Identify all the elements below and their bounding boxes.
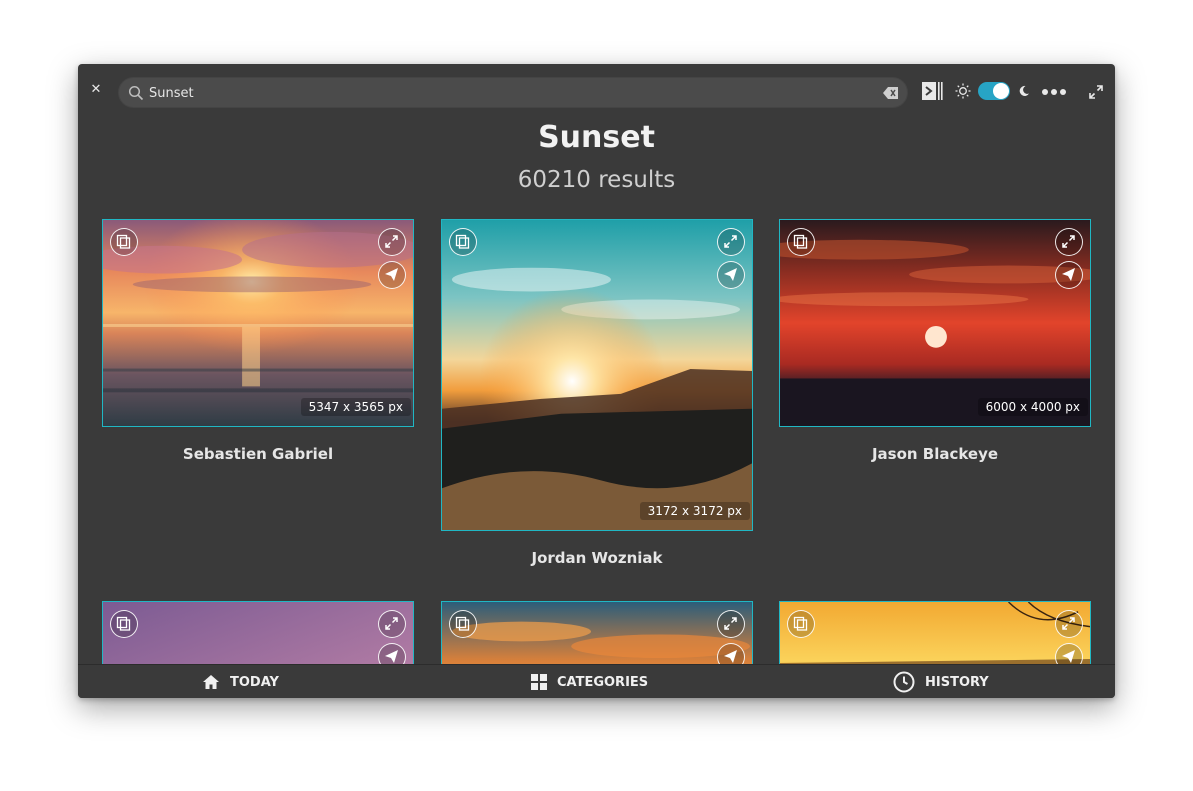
send-icon [385,650,398,663]
send-button[interactable] [378,261,406,289]
send-icon [724,268,737,281]
copy-button[interactable] [110,228,138,256]
expand-button[interactable] [717,610,745,638]
copy-icon [793,234,808,249]
sidebar-toggle-icon[interactable] [921,81,943,101]
photo-author[interactable]: Jordan Wozniak [441,549,753,567]
copy-button[interactable] [449,610,477,638]
nav-categories-label: CATEGORIES [557,674,649,690]
expand-icon [385,617,398,630]
copy-icon [793,616,808,631]
expand-button[interactable] [378,228,406,256]
nav-today-label: TODAY [230,674,279,690]
copy-icon [116,234,131,249]
nav-categories[interactable]: CATEGORIES [531,665,648,698]
expand-button[interactable] [1055,610,1083,638]
sunset-photo [780,220,1090,426]
send-icon [1062,650,1075,663]
copy-icon [455,234,470,249]
search-input[interactable] [149,82,849,104]
sun-icon [955,83,971,99]
grid-icon [531,674,547,690]
moon-icon [1019,85,1029,96]
expand-icon [724,617,737,630]
dark-mode-toggle[interactable] [978,82,1010,100]
copy-icon [455,616,470,631]
nav-history-label: HISTORY [925,674,989,690]
expand-icon [385,235,398,248]
send-icon [1062,268,1075,281]
expand-button[interactable] [1055,228,1083,256]
home-icon [203,675,219,689]
send-icon [724,650,737,663]
fullscreen-icon[interactable] [1089,85,1103,99]
send-icon [385,268,398,281]
send-button[interactable] [1055,261,1083,289]
photo-dimensions: 6000 x 4000 px [977,398,1088,416]
copy-icon [116,616,131,631]
photo-card[interactable]: 5347 x 3565 px [102,219,414,427]
search-icon [128,85,144,101]
photo-dimensions: 3172 x 3172 px [639,502,750,520]
expand-button[interactable] [717,228,745,256]
copy-button[interactable] [110,610,138,638]
photo-dimensions: 5347 x 3565 px [300,398,411,416]
send-button[interactable] [717,261,745,289]
close-icon[interactable]: ✕ [88,82,104,98]
nav-history[interactable]: HISTORY [893,665,989,698]
sunset-photo [103,220,413,426]
nav-today[interactable]: TODAY [202,665,279,698]
clear-text-icon[interactable] [883,86,899,100]
toggle-knob [993,83,1009,99]
clock-icon [893,671,915,693]
expand-button[interactable] [378,610,406,638]
photo-card[interactable]: 3172 x 3172 px [441,219,753,531]
photo-author[interactable]: Jason Blackeye [779,445,1091,463]
expand-icon [1062,235,1075,248]
app-window: ✕ Sunset Sunset 60210 results 5347 x 356… [78,64,1115,698]
photo-card[interactable]: 6000 x 4000 px [779,219,1091,427]
bottom-navigation: TODAY CATEGORIES HISTORY [78,664,1115,698]
sunset-photo [442,220,752,530]
copy-button[interactable] [787,228,815,256]
expand-icon [1062,617,1075,630]
results-count: 60210 results [517,167,676,193]
page-title: Sunset [538,120,655,155]
photo-author[interactable]: Sebastien Gabriel [102,445,414,463]
expand-icon [724,235,737,248]
more-icon[interactable] [1041,88,1067,96]
copy-button[interactable] [787,610,815,638]
search-bar[interactable] [118,77,908,108]
copy-button[interactable] [449,228,477,256]
